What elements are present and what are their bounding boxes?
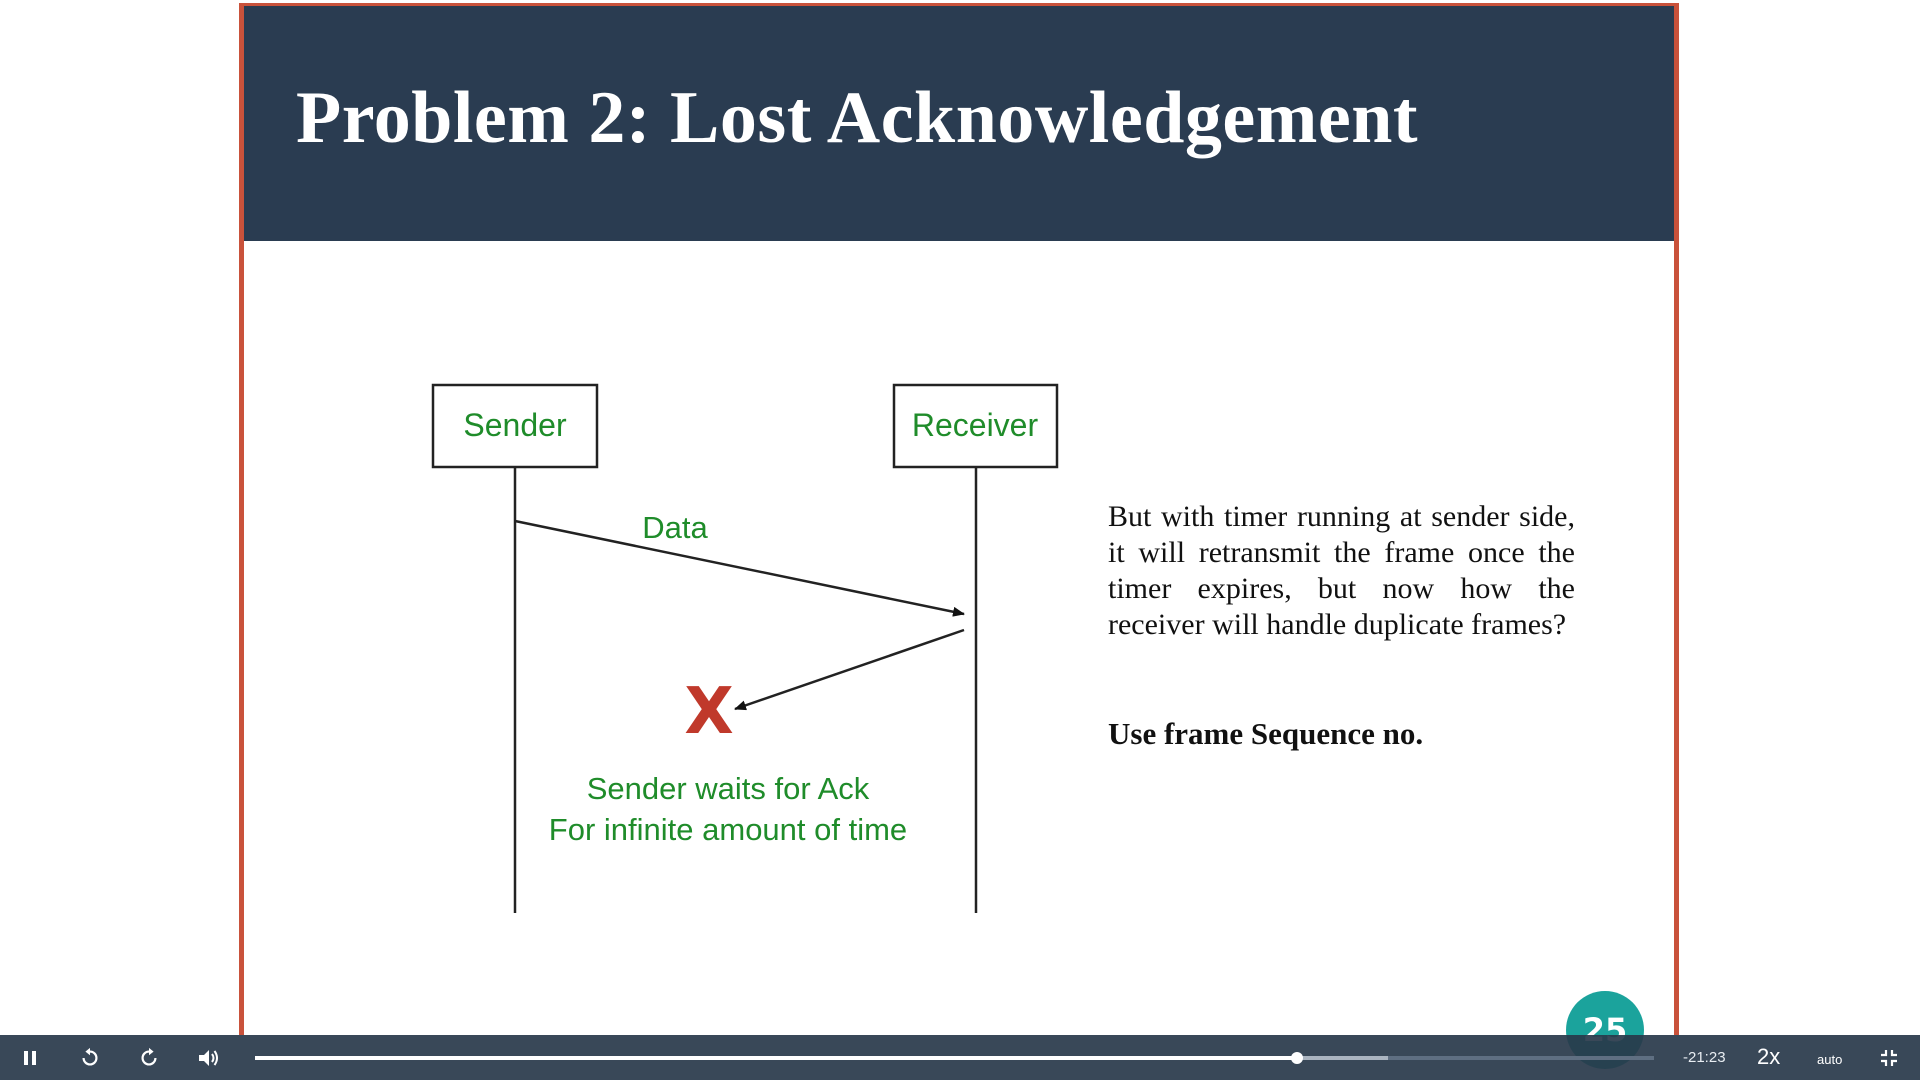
receiver-label: Receiver xyxy=(912,407,1039,443)
exit-fullscreen-icon xyxy=(1881,1050,1897,1066)
lost-ack-marker: X xyxy=(684,675,733,749)
volume-button[interactable] xyxy=(192,1041,226,1075)
sender-label: Sender xyxy=(463,407,567,443)
quality-button[interactable]: auto xyxy=(1817,1052,1842,1067)
exit-fullscreen-button[interactable] xyxy=(1872,1041,1906,1075)
forward-button[interactable] xyxy=(132,1041,166,1075)
rewind-icon xyxy=(82,1047,98,1066)
data-arrow xyxy=(514,519,965,617)
explanation-text: But with timer running at sender side, i… xyxy=(1108,500,1575,641)
rewind-button[interactable] xyxy=(73,1041,107,1075)
volume-icon xyxy=(199,1050,218,1066)
caption-line-1: Sender waits for Ack xyxy=(587,771,870,806)
ack-arrow xyxy=(734,628,965,711)
video-controls: -21:23 2x auto xyxy=(0,1035,1920,1080)
progress-bar[interactable] xyxy=(255,1052,1654,1064)
progress-scrubber-handle[interactable] xyxy=(1291,1052,1304,1064)
sequence-number-note: Use frame Sequence no. xyxy=(1108,716,1424,751)
forward-icon xyxy=(141,1047,157,1066)
caption-line-2: For infinite amount of time xyxy=(549,812,907,847)
slide: Problem 2: Lost Acknowledgement Sender R… xyxy=(239,3,1679,1069)
playback-speed-button[interactable]: 2x xyxy=(1757,1044,1780,1070)
data-label: Data xyxy=(642,510,708,545)
progress-played xyxy=(255,1056,1298,1060)
pause-icon xyxy=(24,1051,36,1065)
pause-button[interactable] xyxy=(13,1041,47,1075)
time-remaining: -21:23 xyxy=(1683,1049,1726,1066)
